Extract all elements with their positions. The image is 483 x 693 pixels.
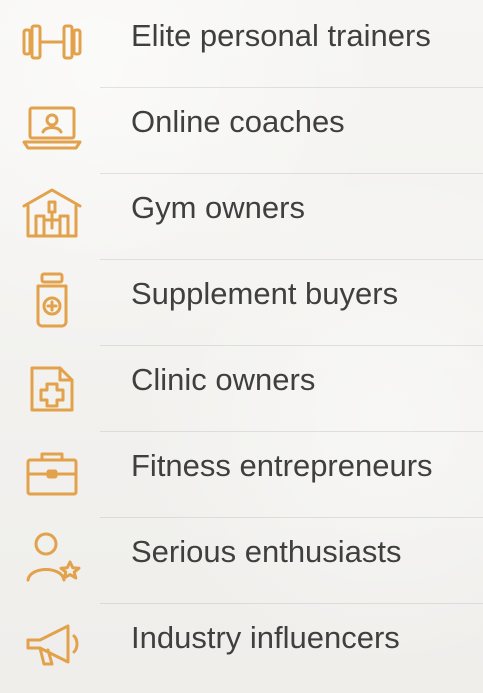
list-item-industry-influencers: Industry influencers — [0, 602, 483, 690]
megaphone-icon — [14, 612, 90, 676]
list-item-clinic-owners: Clinic owners — [0, 344, 483, 432]
laptop-user-icon — [14, 96, 90, 160]
list-item-online-coaches: Online coaches — [0, 86, 483, 174]
list-item-fitness-entrepreneurs: Fitness entrepreneurs — [0, 430, 483, 518]
briefcase-icon — [14, 440, 90, 504]
audience-list-screen: Elite personal trainers Online coaches G… — [0, 0, 483, 693]
dumbbell-icon — [14, 10, 90, 74]
list-item-serious-enthusiasts: Serious enthusiasts — [0, 516, 483, 604]
list-item-elite-personal-trainers: Elite personal trainers — [0, 0, 483, 88]
list-item-label: Serious enthusiasts — [131, 534, 402, 569]
medical-cross-icon — [14, 354, 90, 418]
audience-list: Elite personal trainers Online coaches G… — [0, 0, 483, 693]
list-item-supplement-buyers: Supplement buyers — [0, 258, 483, 346]
gym-building-icon — [14, 182, 90, 246]
supplement-jar-icon — [14, 268, 90, 332]
list-item-label: Fitness entrepreneurs — [131, 448, 433, 483]
list-item-label: Industry influencers — [131, 620, 400, 655]
list-item-gym-owners: Gym owners — [0, 172, 483, 260]
list-item-label: Elite personal trainers — [131, 18, 431, 53]
user-star-icon — [14, 526, 90, 590]
list-item-label: Gym owners — [131, 190, 305, 225]
list-item-label: Supplement buyers — [131, 276, 399, 311]
list-item-label: Clinic owners — [131, 362, 316, 397]
list-item-label: Online coaches — [131, 104, 345, 139]
